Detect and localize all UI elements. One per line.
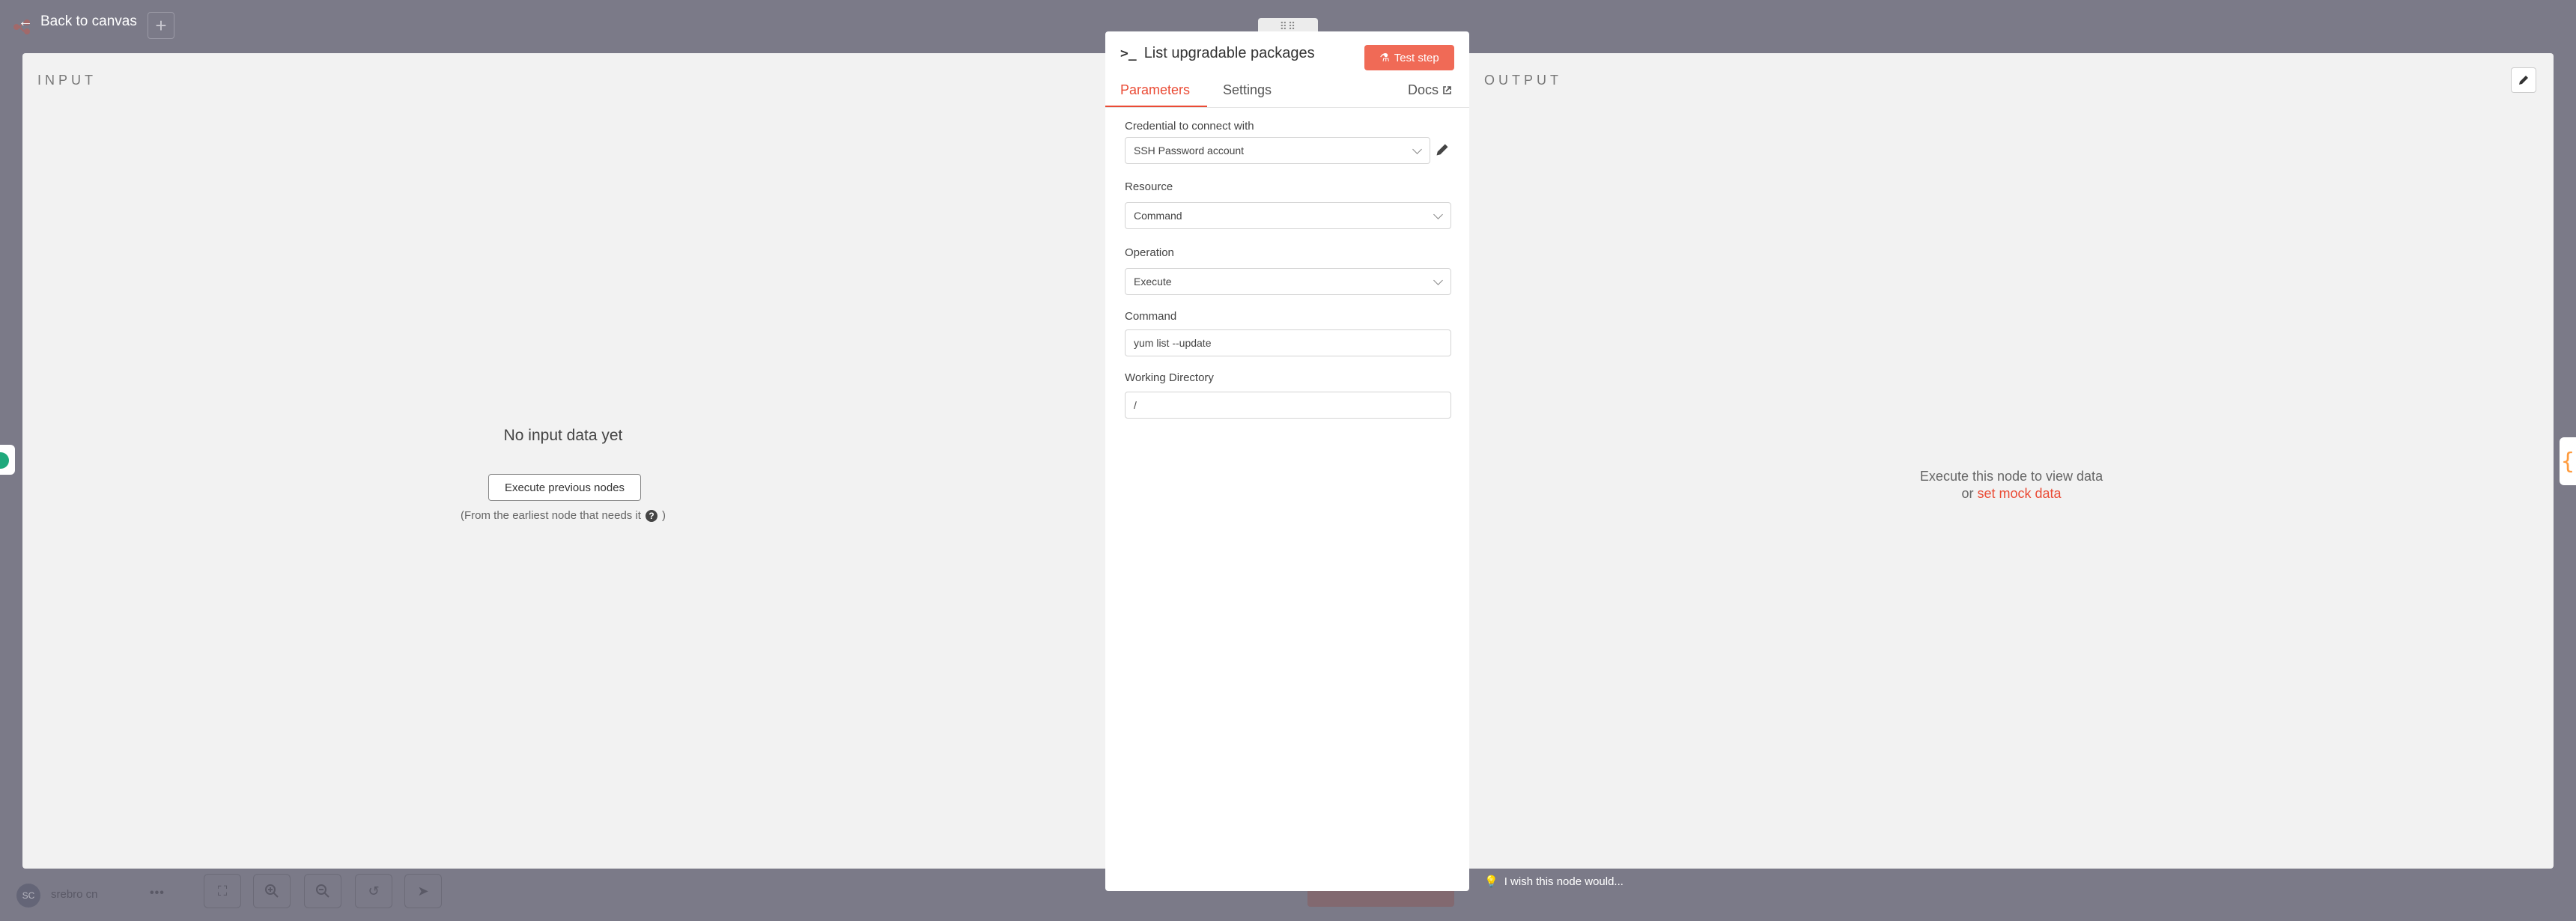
earliest-node-hint: (From the earliest node that needs it ? … <box>461 509 666 522</box>
back-to-canvas-label: Back to canvas <box>40 13 137 29</box>
edit-credential-button[interactable] <box>1435 142 1451 159</box>
question-icon[interactable]: ? <box>645 509 657 522</box>
add-node-button[interactable]: + <box>148 12 174 39</box>
credential-select[interactable]: SSH Password account <box>1125 137 1430 164</box>
user-name: srebro cn <box>51 888 98 901</box>
terminal-icon: >_ <box>1120 46 1137 61</box>
external-link-icon <box>1443 86 1451 94</box>
arrow-left-icon: ← <box>18 13 33 30</box>
resource-label: Resource <box>1125 180 1173 193</box>
node-title-text: List upgradable packages <box>1143 45 1315 61</box>
pencil-icon <box>2519 76 2528 85</box>
user-menu-button[interactable]: ••• <box>150 887 165 900</box>
command-label: Command <box>1125 310 1177 323</box>
working-directory-input[interactable]: / <box>1125 392 1451 419</box>
docs-link[interactable]: Docs <box>1408 82 1452 98</box>
chevron-down-icon <box>1433 210 1443 219</box>
test-step-label: Test step <box>1394 51 1439 64</box>
operation-select[interactable]: Execute <box>1125 268 1451 295</box>
pencil-icon <box>1436 144 1448 156</box>
zoom-to-fit-button[interactable]: ⛶ <box>204 874 241 908</box>
credential-label: Credential to connect with <box>1125 120 1254 133</box>
execute-previous-nodes-button[interactable]: Execute previous nodes <box>488 474 641 501</box>
output-message-line: Execute this node to view data <box>1919 469 2103 484</box>
resource-select[interactable]: Command <box>1125 202 1451 229</box>
zoom-out-icon <box>316 884 329 898</box>
earliest-hint-text: (From the earliest node that needs it <box>461 509 641 522</box>
edit-output-button[interactable] <box>2511 67 2536 93</box>
resource-value: Command <box>1134 210 1182 222</box>
avatar[interactable]: SC <box>16 884 40 908</box>
flask-icon: ⚗ <box>1379 52 1390 64</box>
drag-dots-icon: ⠿⠿ <box>1279 19 1297 32</box>
chevron-down-icon <box>1433 276 1443 285</box>
output-empty-message: Execute this node to view data or set mo… <box>1920 468 2103 502</box>
test-step-button[interactable]: ⚗ Test step <box>1364 45 1454 70</box>
lightbulb-icon: 💡 <box>1484 875 1498 888</box>
select-mode-button[interactable]: ➤ <box>404 874 442 908</box>
cursor-icon: ➤ <box>417 883 429 899</box>
command-input[interactable]: yum list --update <box>1125 329 1451 356</box>
back-to-canvas-link[interactable]: ← Back to canvas <box>18 10 137 33</box>
feedback-label: I wish this node would... <box>1504 875 1623 888</box>
output-or: or <box>1961 486 1974 501</box>
set-mock-data-link[interactable]: set mock data <box>1977 486 2061 501</box>
credential-value: SSH Password account <box>1134 145 1245 156</box>
feedback-link[interactable]: 💡 I wish this node would... <box>1484 875 1623 889</box>
earliest-hint-close: ) <box>661 509 666 522</box>
no-input-message: No input data yet <box>503 427 623 444</box>
working-directory-value: / <box>1134 399 1137 411</box>
fit-view-icon: ⛶ <box>217 883 228 899</box>
input-panel-title: INPUT <box>37 73 97 88</box>
input-node-handle[interactable] <box>0 445 15 475</box>
reset-zoom-button[interactable]: ↺ <box>355 874 392 908</box>
docs-label: Docs <box>1408 82 1439 97</box>
output-json-handle[interactable]: { <box>2560 437 2576 485</box>
zoom-in-icon <box>265 884 279 898</box>
command-value: yum list --update <box>1134 337 1212 349</box>
zoom-out-button[interactable] <box>304 874 341 908</box>
node-title[interactable]: >_ List upgradable packages <box>1120 45 1315 62</box>
undo-icon: ↺ <box>368 883 380 899</box>
node-status-icon <box>0 452 9 469</box>
tabs-divider <box>1105 107 1469 108</box>
working-directory-label: Working Directory <box>1125 371 1214 384</box>
operation-label: Operation <box>1125 246 1174 259</box>
operation-value: Execute <box>1134 276 1172 288</box>
tab-parameters[interactable]: Parameters <box>1120 82 1190 98</box>
json-braces-icon: { <box>2560 448 2575 475</box>
output-panel-title: OUTPUT <box>1484 73 1562 88</box>
chevron-down-icon <box>1412 145 1422 154</box>
tab-settings[interactable]: Settings <box>1223 82 1272 98</box>
zoom-in-button[interactable] <box>253 874 291 908</box>
